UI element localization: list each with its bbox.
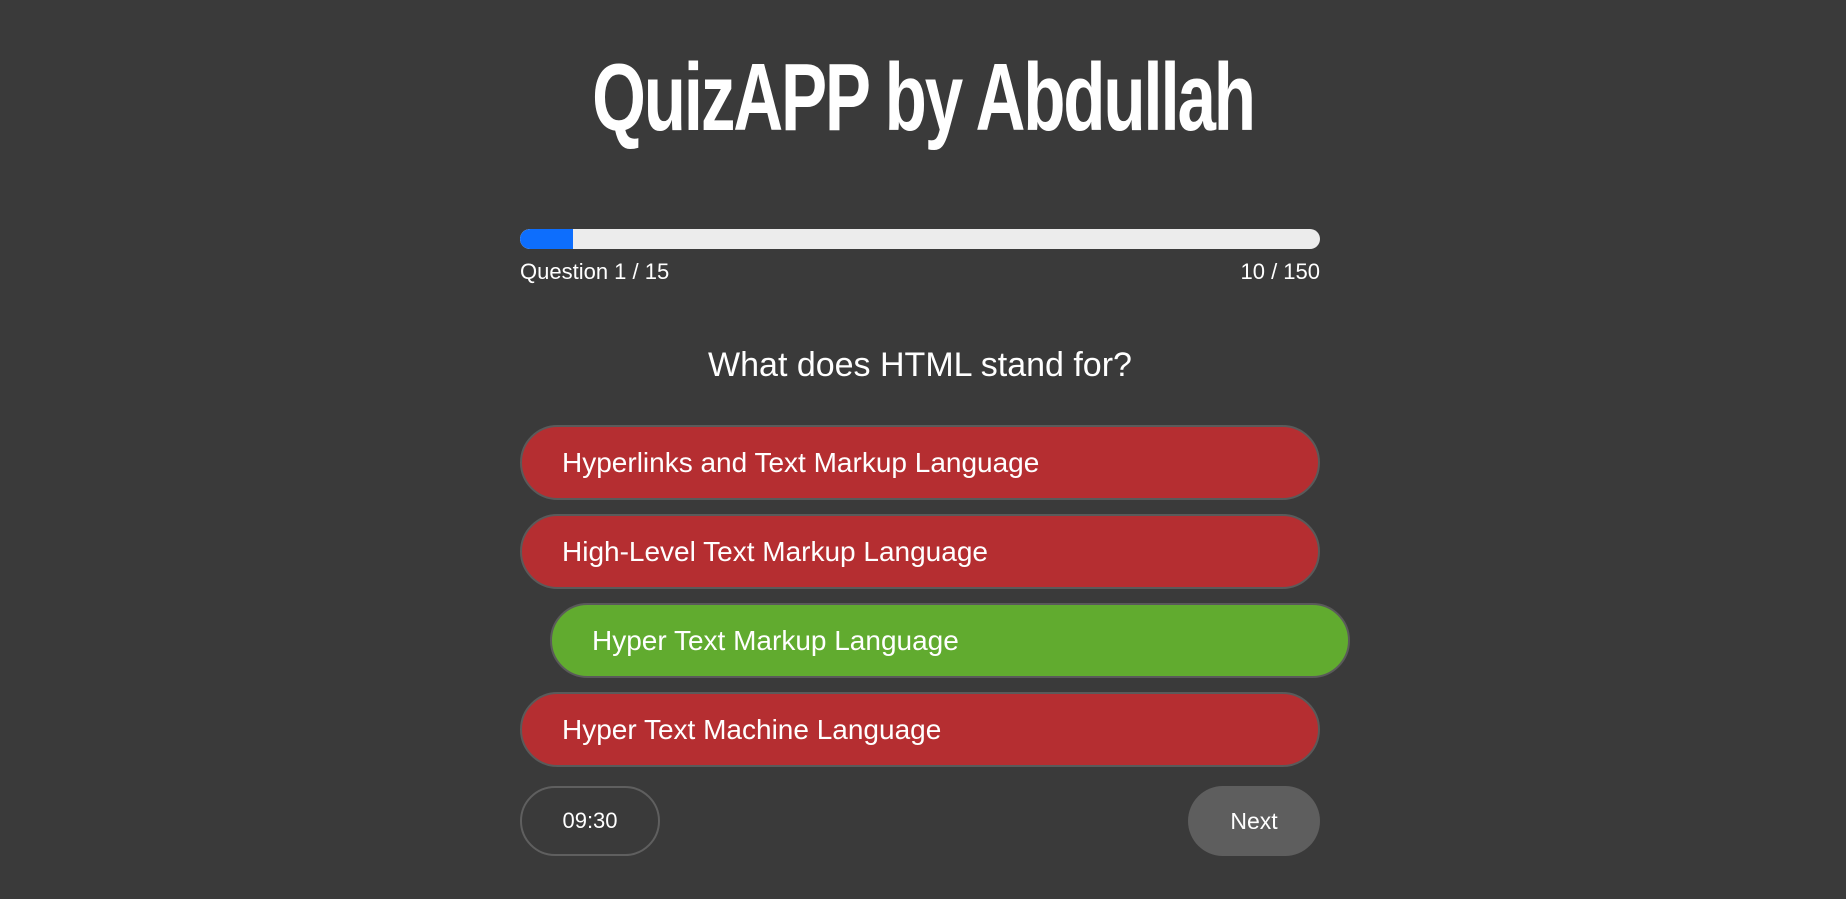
question-counter: Question 1 / 15 [520,259,670,284]
answer-options: Hyperlinks and Text Markup Language High… [520,425,1350,767]
answer-option[interactable]: Hyperlinks and Text Markup Language [520,425,1320,500]
answer-option[interactable]: Hyper Text Markup Language [550,603,1350,678]
quiz-panel: Question 1 / 15 10 / 150 What does HTML … [520,229,1350,856]
progress-info: Question 1 / 15 10 / 150 [520,259,1320,285]
next-button[interactable]: Next [1188,786,1320,856]
progress-bar [520,229,1320,249]
quiz-app: QuizAPP by Abdullah Question 1 / 15 10 /… [0,0,1846,899]
score-counter: 10 / 150 [1240,259,1320,284]
quiz-footer: 09:30 Next [520,786,1320,856]
progress-bar-fill [520,229,574,249]
answer-option[interactable]: Hyper Text Machine Language [520,692,1320,767]
question-text: What does HTML stand for? [708,346,1132,384]
answer-option[interactable]: High-Level Text Markup Language [520,514,1320,589]
timer-display: 09:30 [520,786,660,856]
app-title: QuizAPP by Abdullah [592,44,1256,151]
